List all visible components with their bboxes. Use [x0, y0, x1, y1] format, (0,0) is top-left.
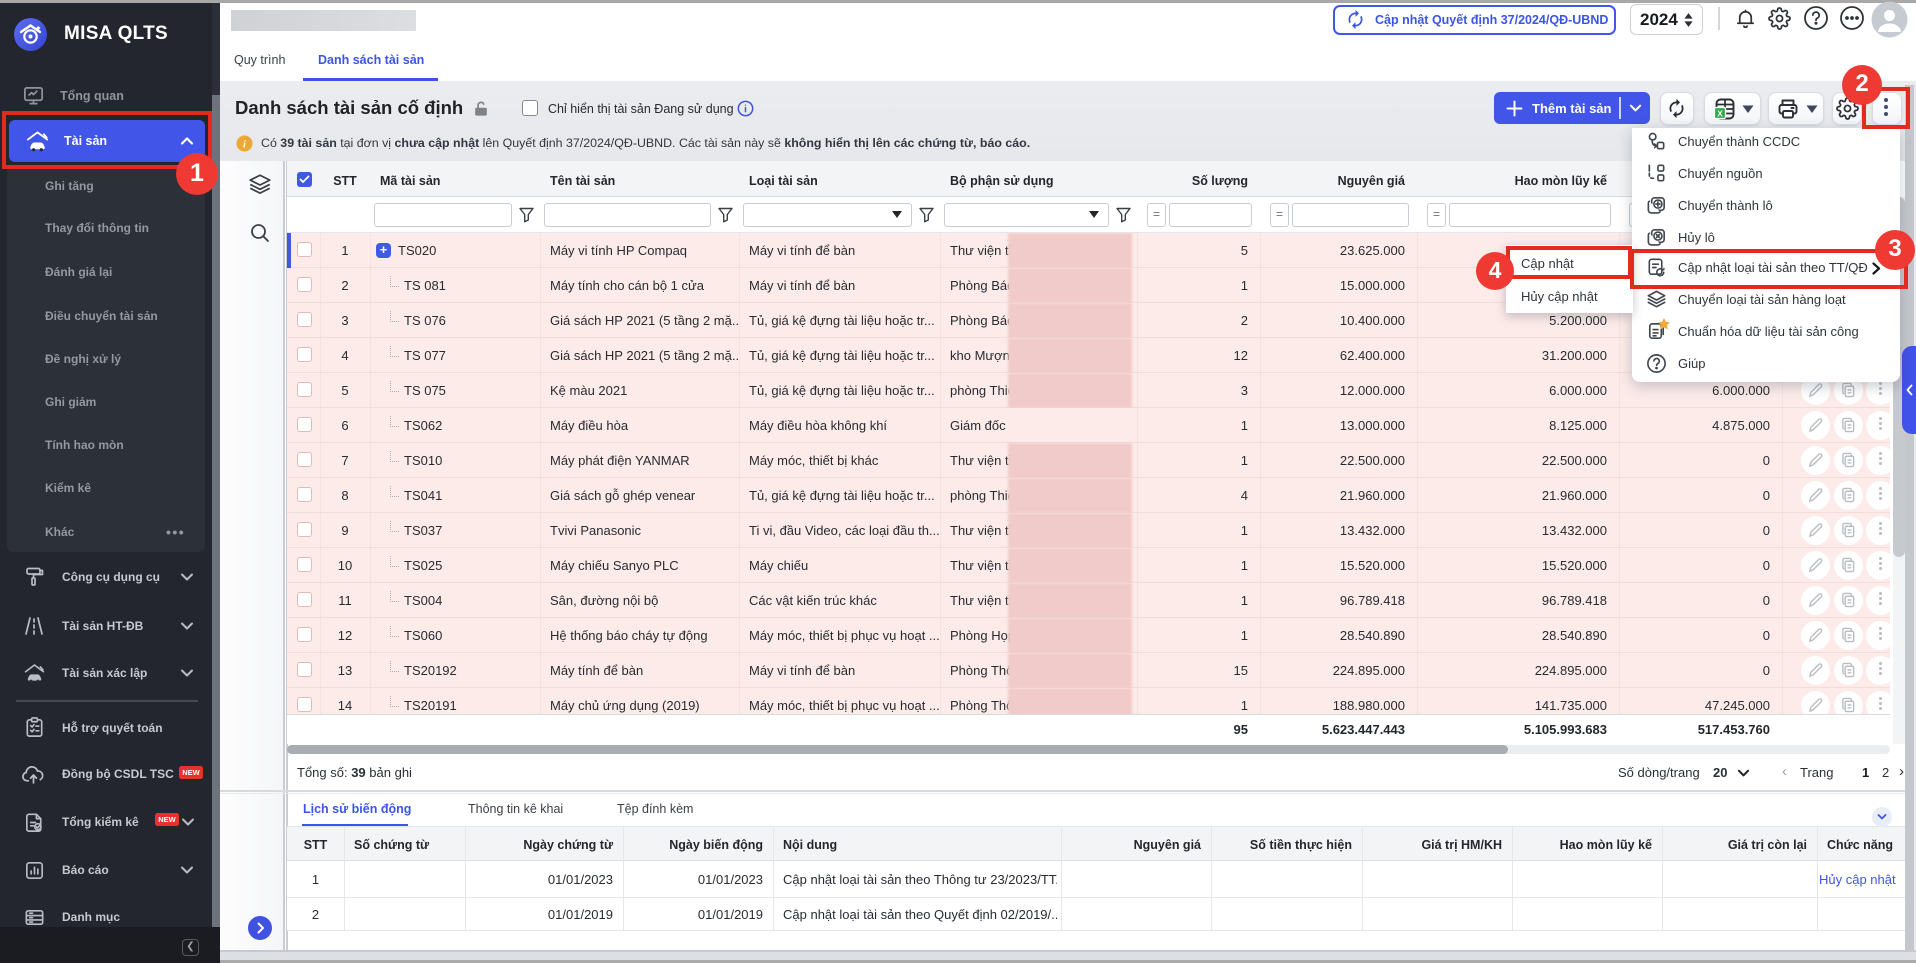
svg-text:X: X [1717, 108, 1723, 118]
svg-text:i: i [243, 139, 246, 150]
